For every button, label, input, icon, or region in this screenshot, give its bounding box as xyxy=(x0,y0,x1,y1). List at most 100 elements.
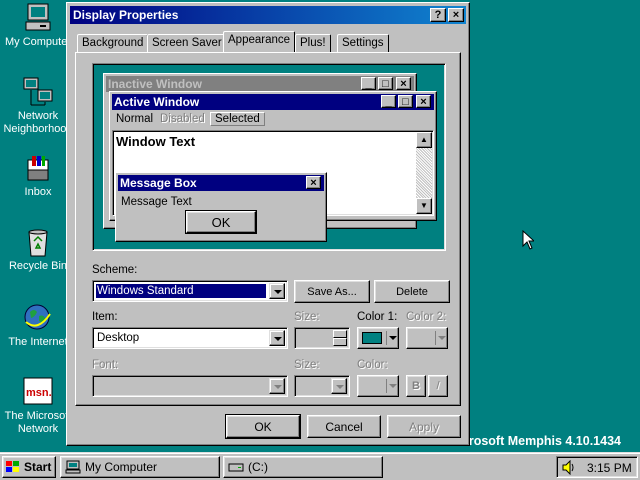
color1-picker[interactable] xyxy=(357,327,399,349)
build-watermark: Microsoft Memphis 4.10.1434 xyxy=(448,434,621,448)
computer-icon xyxy=(65,460,81,474)
preview-scrollbar: ▲ ▼ xyxy=(416,132,432,214)
speaker-icon[interactable] xyxy=(561,460,577,475)
desktop-icon-the-internet[interactable]: The Internet xyxy=(0,302,76,349)
system-tray: 3:15 PM xyxy=(556,456,638,478)
preview-window-text: Window Text xyxy=(116,134,196,149)
desktop-icon-my-computer[interactable]: My Computer xyxy=(0,2,76,49)
font-size-label: Size: xyxy=(294,359,320,371)
font-dropdown xyxy=(92,375,288,397)
display-properties-window: Display Properties ? × Background Screen… xyxy=(66,2,470,446)
close-button[interactable]: × xyxy=(448,8,464,22)
preview-active-titlebar: Active Window _ □ × xyxy=(112,94,434,110)
preview-menu-selected: Selected xyxy=(210,112,265,126)
start-label: Start xyxy=(24,460,52,474)
preview-ok-button: OK xyxy=(185,210,257,234)
close-icon: × xyxy=(396,77,411,90)
maximize-icon: □ xyxy=(378,77,393,90)
preview-inactive-titlebar: Inactive Window _ □ × xyxy=(106,76,414,92)
apply-button: Apply xyxy=(387,415,461,438)
preview-message-title: Message Box xyxy=(120,176,197,190)
tab-background[interactable]: Background xyxy=(77,34,149,52)
chevron-down-icon xyxy=(269,378,285,394)
tab-appearance[interactable]: Appearance xyxy=(223,31,296,52)
inbox-icon xyxy=(22,152,54,184)
spin-up-icon xyxy=(333,330,347,338)
desktop-icon-label: The Internet xyxy=(8,336,68,348)
close-icon: × xyxy=(306,176,321,189)
tab-settings[interactable]: Settings xyxy=(337,34,389,52)
color1-label: Color 1: xyxy=(357,311,398,323)
task-my-computer[interactable]: My Computer xyxy=(60,456,220,478)
font-color-picker xyxy=(357,375,399,397)
task-label: My Computer xyxy=(85,460,158,474)
color1-swatch xyxy=(362,332,382,344)
divider xyxy=(386,379,387,393)
task-c-drive[interactable]: (C:) xyxy=(223,456,383,478)
desktop-icon-inbox[interactable]: Inbox xyxy=(0,152,76,199)
font-size-dropdown xyxy=(294,375,350,397)
window-title: Display Properties xyxy=(73,8,179,22)
start-button[interactable]: Start xyxy=(2,456,56,478)
item-label: Item: xyxy=(92,311,118,323)
preview-message-box: Message Box × Message Text OK xyxy=(115,172,327,242)
italic-button: / xyxy=(428,375,448,397)
title-bar[interactable]: Display Properties ? × xyxy=(70,6,466,24)
save-as-button[interactable]: Save As... xyxy=(294,280,370,303)
delete-button[interactable]: Delete xyxy=(374,280,450,303)
tab-plus[interactable]: Plus! xyxy=(295,34,331,52)
item-value: Desktop xyxy=(97,332,140,344)
chevron-down-icon[interactable] xyxy=(269,283,285,299)
scheme-dropdown[interactable]: Windows Standard xyxy=(92,280,288,302)
item-dropdown[interactable]: Desktop xyxy=(92,327,288,349)
taskbar: Start My Computer (C:) 3:15 PM xyxy=(0,452,640,480)
font-label: Font: xyxy=(92,359,119,371)
chevron-down-icon xyxy=(331,378,347,394)
clock[interactable]: 3:15 PM xyxy=(587,461,632,475)
mouse-cursor-icon xyxy=(522,230,534,250)
desktop-icon-label: The Microsoft Network xyxy=(4,410,72,435)
preview-menu-disabled: Disabled xyxy=(160,113,205,125)
windows-logo-icon xyxy=(6,461,19,472)
desktop-icon-label: Inbox xyxy=(24,186,52,198)
task-label: (C:) xyxy=(248,460,268,474)
preview-message-titlebar: Message Box × xyxy=(118,175,324,191)
minimize-icon: _ xyxy=(381,95,396,108)
scheme-value: Windows Standard xyxy=(95,283,267,299)
desktop-icon-network-neighborhood[interactable]: Network Neighborhood xyxy=(0,76,76,136)
desktop-icon-label: Recycle Bin xyxy=(8,260,68,272)
item-size-spinner xyxy=(294,327,350,349)
desktop-icon-label: Network Neighborhood xyxy=(3,110,73,135)
recycle-bin-icon xyxy=(22,226,54,258)
chevron-down-icon[interactable] xyxy=(269,330,285,346)
divider xyxy=(435,331,436,345)
appearance-panel: Inactive Window _ □ × Active Window _ □ … xyxy=(75,52,461,406)
ok-button[interactable]: OK xyxy=(225,414,301,439)
minimize-icon: _ xyxy=(361,77,376,90)
color2-label: Color 2: xyxy=(406,311,447,323)
scheme-label: Scheme: xyxy=(92,264,138,276)
preview-inactive-title: Inactive Window xyxy=(108,77,202,91)
preview-menu-normal: Normal xyxy=(116,113,154,125)
item-size-label: Size: xyxy=(294,311,320,323)
desktop-icon-label: My Computer xyxy=(4,36,72,48)
msn-icon: msn. xyxy=(22,376,54,408)
chevron-down-icon xyxy=(389,336,397,340)
scroll-up-icon: ▲ xyxy=(416,132,432,148)
tab-screen-saver[interactable]: Screen Saver xyxy=(147,34,227,52)
desktop-icon-msn[interactable]: msn. The Microsoft Network xyxy=(0,376,76,436)
network-icon xyxy=(22,76,54,108)
drive-icon xyxy=(228,463,244,472)
maximize-icon: □ xyxy=(398,95,413,108)
preview-area[interactable]: Inactive Window _ □ × Active Window _ □ … xyxy=(92,63,446,251)
spin-down-icon xyxy=(333,338,347,346)
desktop-icon-recycle-bin[interactable]: Recycle Bin xyxy=(0,226,76,273)
font-color-label: Color: xyxy=(357,359,388,371)
color2-picker xyxy=(406,327,448,349)
computer-icon xyxy=(22,2,54,34)
preview-active-title: Active Window xyxy=(114,95,200,109)
help-button[interactable]: ? xyxy=(430,8,446,22)
bold-button: B xyxy=(406,375,426,397)
svg-text:msn.: msn. xyxy=(26,387,52,399)
cancel-button[interactable]: Cancel xyxy=(307,415,381,438)
